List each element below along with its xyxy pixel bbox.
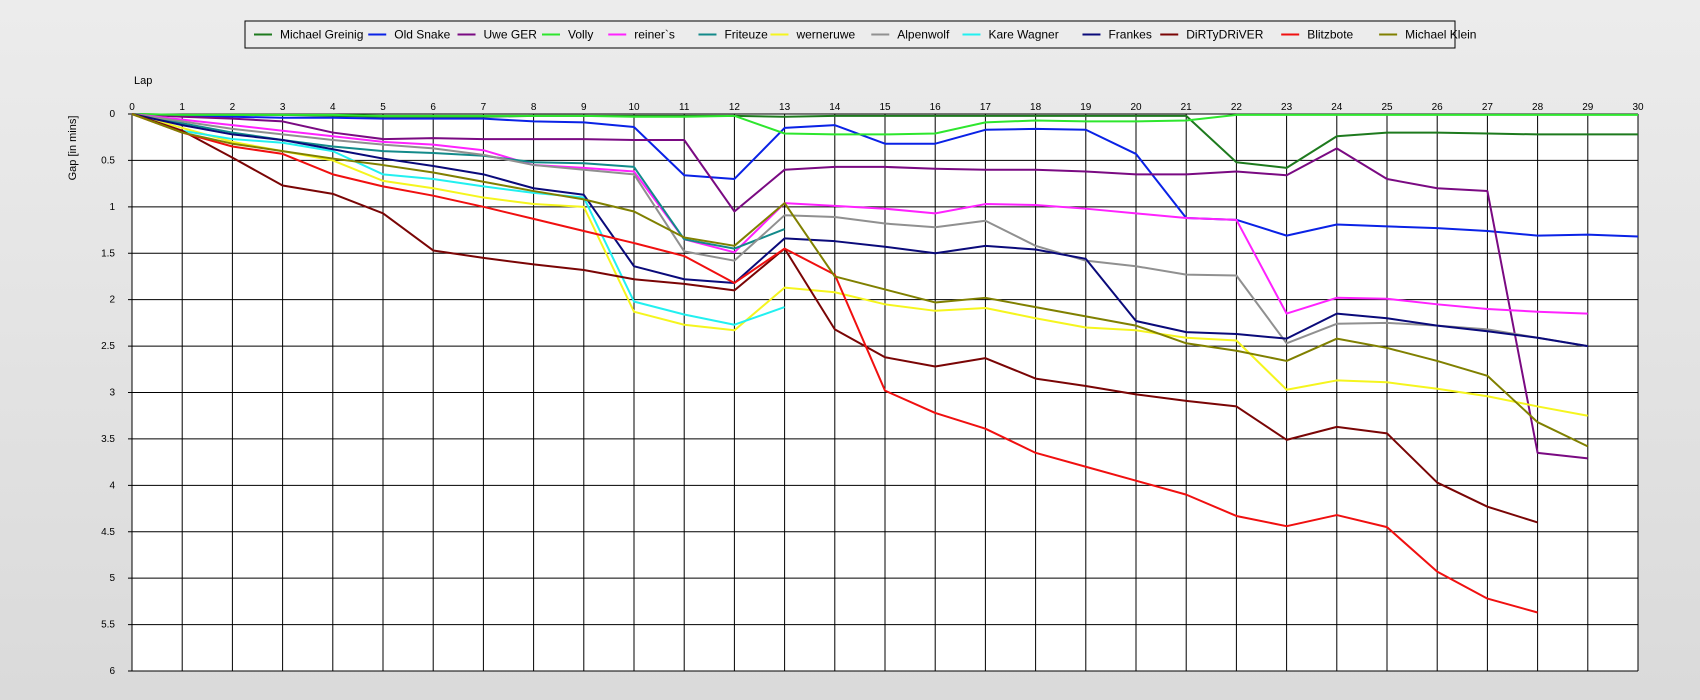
x-tick-label: 12 — [729, 102, 741, 113]
legend-label: DiRTyDRiVER — [1186, 28, 1263, 42]
y-tick-label: 4.5 — [101, 527, 115, 538]
x-tick-label: 7 — [481, 102, 487, 113]
lap-gap-chart: Michael Greinig Old Snake Uwe GER Volly rein… — [67, 20, 1644, 677]
x-tick-label: 17 — [980, 102, 992, 113]
x-tick-label: 24 — [1331, 102, 1343, 113]
y-tick-label: 5.5 — [101, 620, 115, 631]
x-tick-label: 4 — [330, 102, 336, 113]
legend-label: Michael Klein — [1405, 28, 1476, 42]
x-tick-label: 10 — [628, 102, 640, 113]
y-tick-label: 5 — [109, 573, 115, 584]
x-tick-label: 14 — [829, 102, 841, 113]
legend-label: Michael Greinig — [280, 28, 363, 42]
y-tick-label: 2.5 — [101, 341, 115, 352]
x-tick-label: 11 — [679, 102, 690, 113]
legend-label: reiner`s — [634, 28, 675, 42]
x-tick-label: 9 — [581, 102, 587, 113]
y-tick-label: 0.5 — [101, 155, 115, 166]
x-tick-label: 26 — [1432, 102, 1444, 113]
x-tick-label: 29 — [1582, 102, 1594, 113]
y-tick-label: 3.5 — [101, 434, 115, 445]
legend-label: werneruwe — [795, 28, 855, 42]
x-tick-label: 21 — [1181, 102, 1193, 113]
x-tick-label: 0 — [129, 102, 135, 113]
y-tick-label: 1 — [109, 202, 115, 213]
x-tick-label: 13 — [779, 102, 791, 113]
y-axis-title: Gap [in mins] — [67, 116, 79, 181]
x-tick-label: 2 — [230, 102, 236, 113]
x-tick-label: 15 — [879, 102, 891, 113]
x-tick-label: 27 — [1482, 102, 1494, 113]
x-tick-label: 28 — [1532, 102, 1544, 113]
x-tick-label: 6 — [430, 102, 436, 113]
y-tick-label: 6 — [109, 666, 115, 677]
legend-label: Friteuze — [724, 28, 768, 42]
x-tick-label: 5 — [380, 102, 386, 113]
x-tick-label: 1 — [179, 102, 185, 113]
y-tick-labels: 0 0.5 1 1.5 2 2.5 3 3.5 4 4.5 5 5.5 6 — [101, 109, 115, 677]
x-tick-label: 23 — [1281, 102, 1293, 113]
x-tick-label: 18 — [1030, 102, 1042, 113]
legend: Michael Greinig Old Snake Uwe GER Volly rein… — [244, 20, 1476, 49]
y-tick-label: 4 — [109, 480, 115, 491]
legend-label: Blitzbote — [1307, 28, 1353, 42]
x-tick-label: 8 — [531, 102, 537, 113]
x-tick-label: 22 — [1231, 102, 1243, 113]
x-tick-label: 30 — [1632, 102, 1644, 113]
x-tick-label: 20 — [1130, 102, 1142, 113]
y-tick-label: 0 — [109, 109, 115, 120]
legend-label: Volly — [568, 28, 593, 42]
legend-label: Frankes — [1108, 28, 1151, 42]
legend-label: Kare Wagner — [988, 28, 1058, 42]
y-tick-label: 1.5 — [101, 248, 115, 259]
x-axis-title: Lap — [134, 75, 152, 87]
x-tick-label: 25 — [1381, 102, 1393, 113]
legend-label: Old Snake — [394, 28, 450, 42]
x-tick-label: 3 — [280, 102, 286, 113]
x-tick-label: 16 — [930, 102, 942, 113]
legend-label: Alpenwolf — [897, 28, 950, 42]
legend-label: Uwe GER — [484, 28, 538, 42]
y-tick-label: 2 — [109, 295, 115, 306]
y-tick-label: 3 — [109, 388, 115, 399]
x-tick-labels: 0 1 2 3 4 5 6 7 8 9 10 11 12 13 14 15 16 17 18 19 20 21 22 23 24… — [129, 102, 1644, 113]
x-tick-label: 19 — [1080, 102, 1092, 113]
